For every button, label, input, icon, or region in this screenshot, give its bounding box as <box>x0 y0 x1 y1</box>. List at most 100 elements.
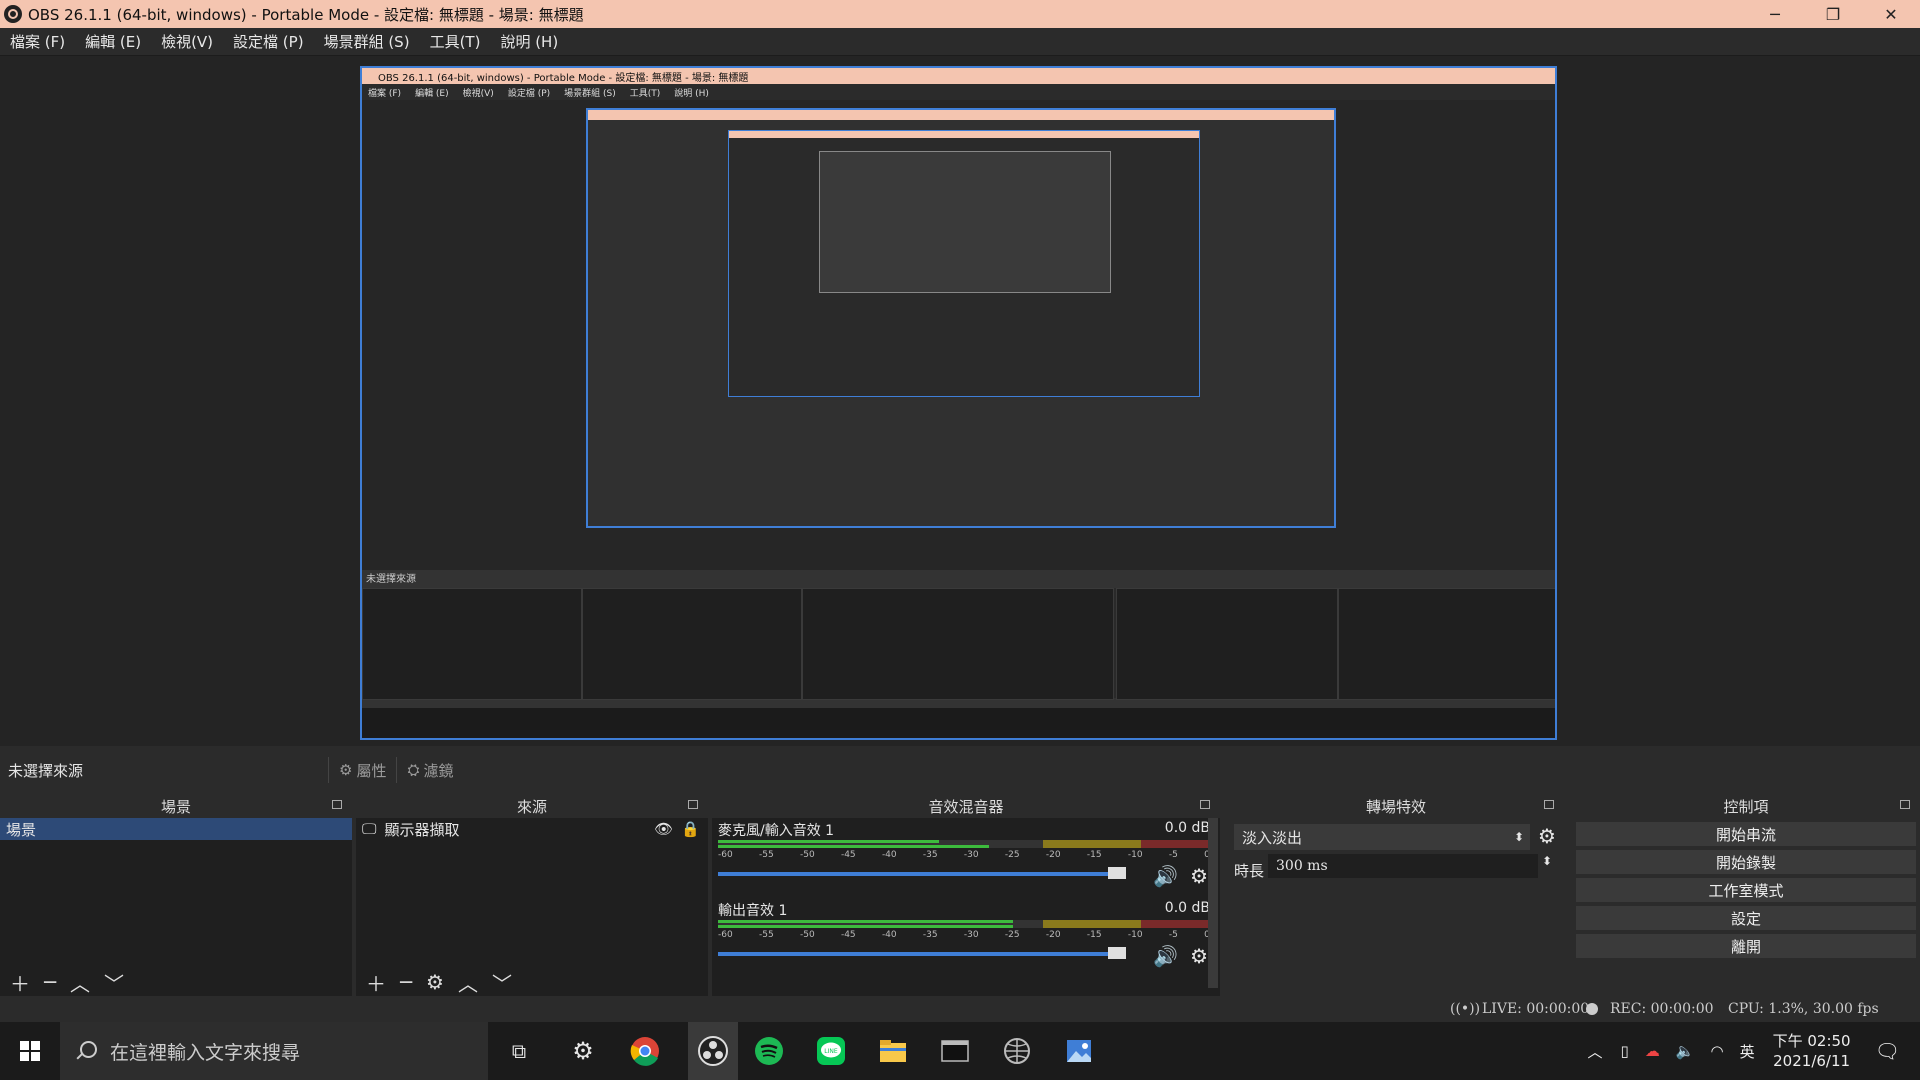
move-up-button[interactable]: ︿ <box>458 968 478 997</box>
popout-icon[interactable] <box>332 800 342 809</box>
menu-tools[interactable]: 工具(T) <box>420 31 491 52</box>
studio-mode-button[interactable]: 工作室模式 <box>1576 878 1916 902</box>
taskbar-search[interactable]: 在這裡輸入文字來搜尋 <box>60 1022 488 1080</box>
cloud-error-icon[interactable]: ☁ <box>1645 1042 1660 1060</box>
rec-dot-icon <box>1586 1003 1598 1015</box>
lock-icon[interactable]: 🔒 <box>681 820 700 838</box>
nested-no-source: 未選擇來源 <box>366 574 416 585</box>
duration-input[interactable]: 300 ms <box>1268 854 1538 878</box>
sources-header: 來源 <box>356 794 708 818</box>
chrome-icon[interactable] <box>626 1032 664 1070</box>
monitor-icon: 🖵 <box>362 820 377 838</box>
add-scene-button[interactable]: ＋ <box>10 968 30 997</box>
gear-icon[interactable]: ⚙ <box>1190 864 1208 888</box>
device-icon[interactable]: ▯ <box>1621 1042 1629 1060</box>
transitions-dock: 轉場特效 淡入淡出 ⬍ ⚙ 時長 300 ms ⬍ <box>1228 794 1564 996</box>
menu-view[interactable]: 檢視(V) <box>151 31 223 52</box>
line-icon[interactable]: LINE <box>812 1032 850 1070</box>
popout-icon[interactable] <box>1544 800 1554 809</box>
menu-file[interactable]: 檔案 (F) <box>0 31 75 52</box>
source-settings-button[interactable]: ⚙ <box>426 970 444 994</box>
volume-icon[interactable]: 🔈 <box>1676 1042 1695 1060</box>
start-button[interactable] <box>0 1022 60 1080</box>
file-explorer-icon[interactable] <box>874 1032 912 1070</box>
preview-canvas[interactable]: OBS 26.1.1 (64-bit, windows) - Portable … <box>0 56 1920 746</box>
settings-app-icon[interactable]: ⚙ <box>564 1032 602 1070</box>
minimize-button[interactable]: ─ <box>1746 0 1804 28</box>
rec-time: REC: 00:00:00 <box>1610 1001 1714 1017</box>
windows-taskbar: 在這裡輸入文字來搜尋 ⧉ ⚙ LINE ︿ ▯ ☁ 🔈 ◠ 英 下午 02:50… <box>0 1022 1920 1080</box>
gear-icon[interactable]: ⚙ <box>1190 944 1208 968</box>
filters-button[interactable]: ⛭ 濾鏡 <box>396 757 463 783</box>
audio-mixer-dock: 音效混音器 麥克風/輸入音效 1 0.0 dB -60 -55 -50 -45 -40-… <box>712 794 1220 996</box>
menu-help[interactable]: 說明 (H) <box>490 31 568 52</box>
move-down-button[interactable]: ﹀ <box>104 968 124 997</box>
controls-dock: 控制項 開始串流 開始錄製 工作室模式 設定 離開 <box>1572 794 1920 996</box>
windows-logo-icon <box>20 1041 40 1061</box>
filter-icon: ⛭ <box>407 761 420 779</box>
menu-profile[interactable]: 設定檔 (P) <box>223 31 314 52</box>
no-source-label: 未選擇來源 <box>8 761 84 780</box>
terminal-icon[interactable] <box>936 1032 974 1070</box>
duration-label: 時長 <box>1234 862 1265 880</box>
mixer-channel-desktop: 輸出音效 1 0.0 dB -60 -55 -50 -45 -40 -35 -30 -25 -2… <box>718 900 1210 968</box>
volume-slider[interactable] <box>718 947 1126 959</box>
menu-scene-collection[interactable]: 場景群組 (S) <box>314 31 420 52</box>
exit-button[interactable]: 離開 <box>1576 934 1916 958</box>
remove-scene-button[interactable]: ─ <box>44 970 56 994</box>
settings-button[interactable]: 設定 <box>1576 906 1916 930</box>
transitions-header: 轉場特效 <box>1228 794 1564 818</box>
chevron-up-icon[interactable]: ︿ <box>1588 1041 1603 1062</box>
controls-header: 控制項 <box>1572 794 1920 818</box>
svg-text:LINE: LINE <box>824 1048 838 1055</box>
remove-source-button[interactable]: ─ <box>400 970 412 994</box>
speaker-icon[interactable]: 🔊 <box>1153 864 1178 888</box>
mixer-channel-mic: 麥克風/輸入音效 1 0.0 dB -60 -55 -50 -45 -40 -35 -30-… <box>718 820 1210 888</box>
clock[interactable]: 下午 02:50 2021/6/11 <box>1773 1031 1851 1071</box>
nested-title: OBS 26.1.1 (64-bit, windows) - Portable … <box>362 68 1555 84</box>
spotify-icon[interactable] <box>750 1032 788 1070</box>
system-tray: ︿ ▯ ☁ 🔈 ◠ 英 下午 02:50 2021/6/11 🗨 <box>1578 1022 1920 1080</box>
properties-button[interactable]: ⚙ 屬性 <box>328 757 396 783</box>
scene-item[interactable]: 場景 <box>0 818 352 840</box>
photos-icon[interactable] <box>1060 1032 1098 1070</box>
spin-arrows-icon: ⬍ <box>1513 830 1524 844</box>
notification-icon[interactable]: 🗨 <box>1875 1039 1900 1063</box>
start-streaming-button[interactable]: 開始串流 <box>1576 822 1916 846</box>
volume-slider[interactable] <box>718 867 1126 879</box>
transition-settings-icon[interactable]: ⚙ <box>1538 824 1556 848</box>
transition-select[interactable]: 淡入淡出 ⬍ <box>1234 824 1530 850</box>
scenes-header: 場景 <box>0 794 352 818</box>
popout-icon[interactable] <box>1200 800 1210 809</box>
menu-edit[interactable]: 編輯 (E) <box>75 31 151 52</box>
popout-icon[interactable] <box>688 800 698 809</box>
popout-icon[interactable] <box>1900 800 1910 809</box>
source-item[interactable]: 🖵 顯示器擷取 👁 🔒 <box>356 818 708 840</box>
mixer-scrollbar[interactable] <box>1208 818 1218 988</box>
volume-meter <box>718 920 1210 928</box>
sources-toolbar: ＋ ─ ⚙ ︿ ﹀ <box>356 968 512 996</box>
nested-capture: OBS 26.1.1 (64-bit, windows) - Portable … <box>360 66 1557 740</box>
duration-stepper-icon[interactable]: ⬍ <box>1542 854 1552 868</box>
visibility-eye-icon[interactable]: 👁 <box>654 820 673 838</box>
input-language[interactable]: 英 <box>1740 1041 1755 1062</box>
nested-capture-3 <box>728 130 1200 397</box>
search-icon <box>74 1039 98 1063</box>
wifi-icon[interactable]: ◠ <box>1711 1042 1724 1060</box>
menu-bar: 檔案 (F) 編輯 (E) 檢視(V) 設定檔 (P) 場景群組 (S) 工具(… <box>0 28 1920 56</box>
start-recording-button[interactable]: 開始錄製 <box>1576 850 1916 874</box>
maximize-button[interactable]: ❐ <box>1804 0 1862 28</box>
volume-meter <box>718 840 1210 848</box>
move-down-button[interactable]: ﹀ <box>492 968 512 997</box>
meter-ticks: -60 -55 -50 -45 -40 -35 -30 -25 -20 -15 -10 -5 0 <box>718 850 1210 860</box>
gear-icon: ⚙ <box>339 761 353 779</box>
add-source-button[interactable]: ＋ <box>366 968 386 997</box>
nested-menu: 檔案 (F) 編輯 (E) 檢視(V) 設定檔 (P) 場景群組 (S) 工具(T) 說明 … <box>362 84 1555 100</box>
obs-taskbar-icon[interactable] <box>688 1022 738 1080</box>
close-button[interactable]: ✕ <box>1862 0 1920 28</box>
source-toolbar: 未選擇來源 ⚙ 屬性 ⛭ 濾鏡 <box>0 746 1920 794</box>
app-globe-icon[interactable] <box>998 1032 1036 1070</box>
move-up-button[interactable]: ︿ <box>70 968 90 997</box>
task-view-icon[interactable]: ⧉ <box>500 1032 538 1070</box>
speaker-icon[interactable]: 🔊 <box>1153 944 1178 968</box>
